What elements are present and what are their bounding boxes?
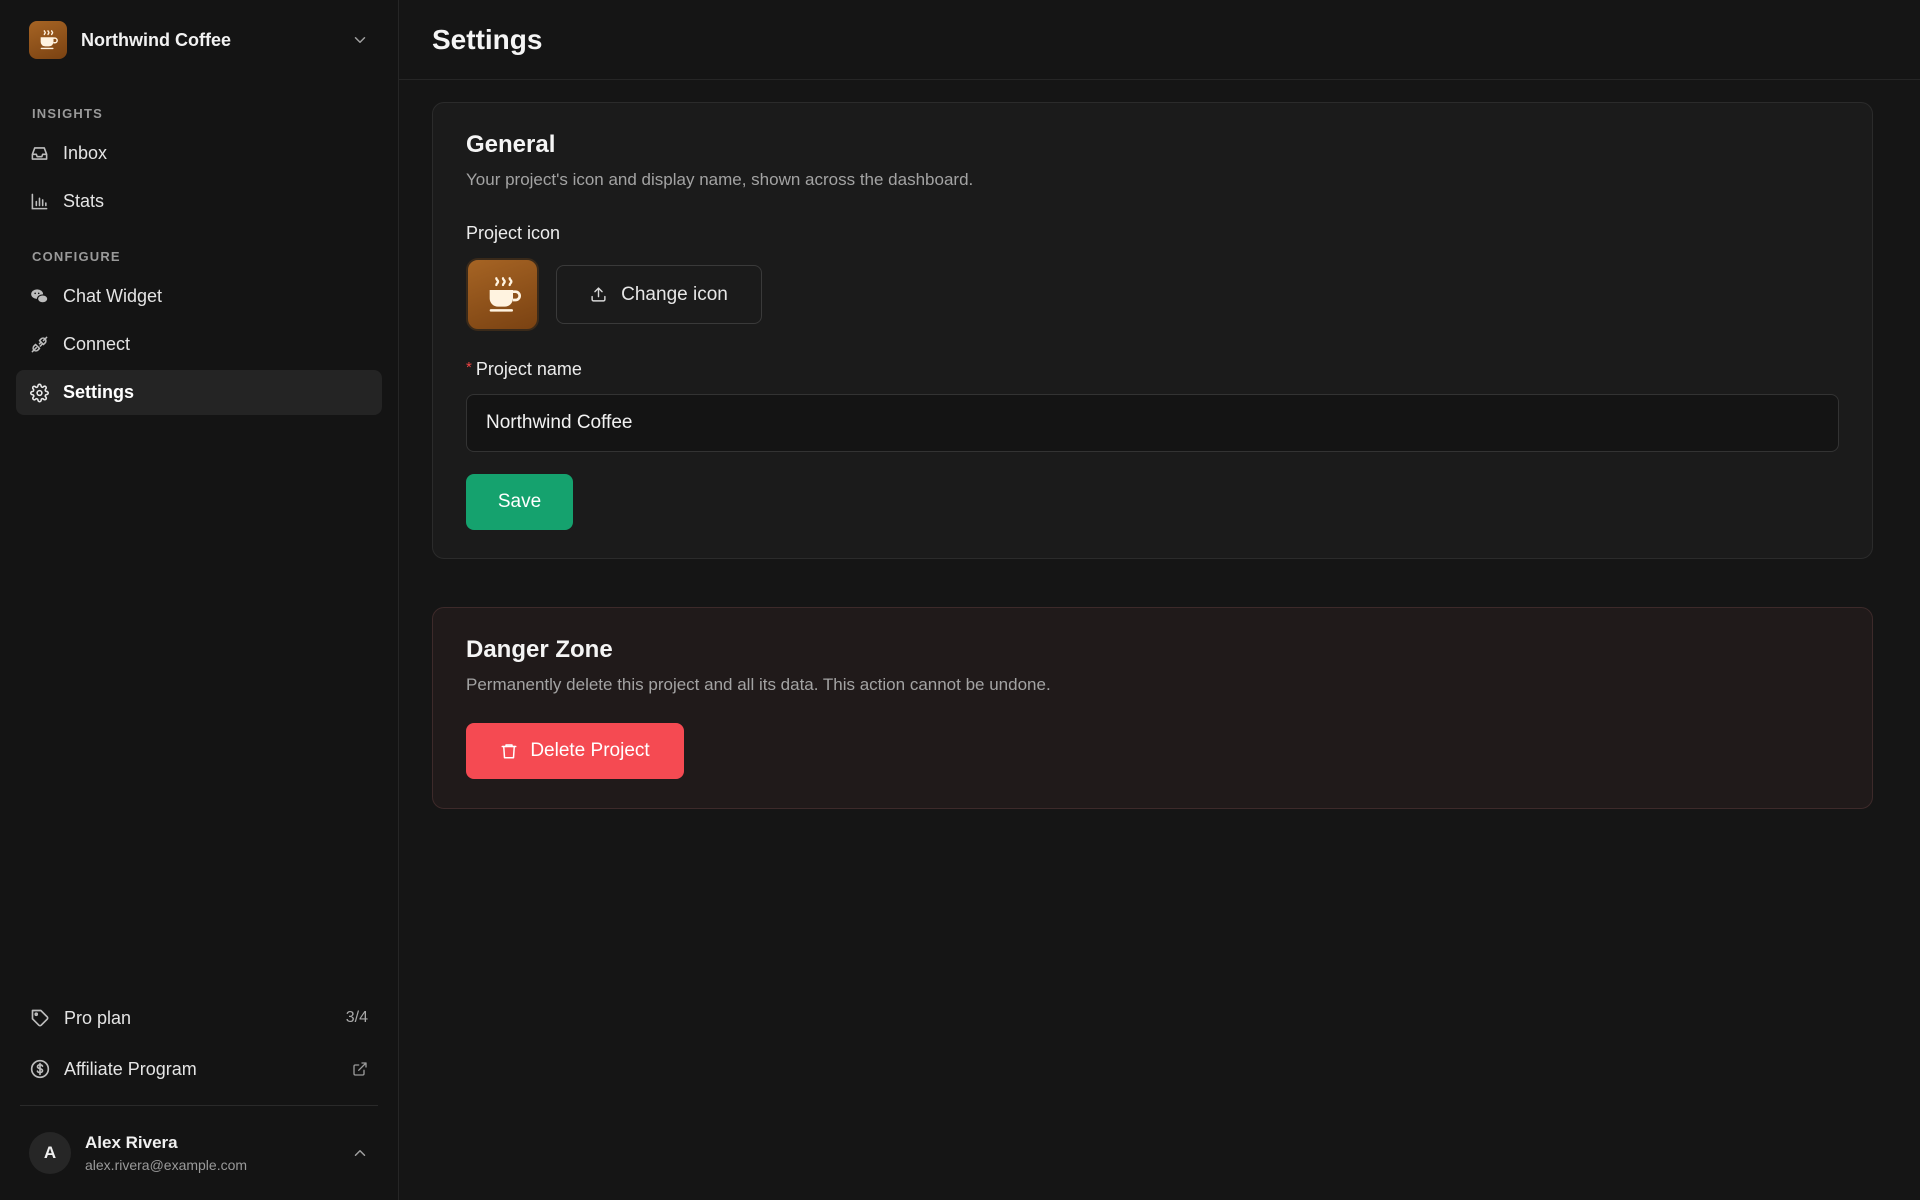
project-switcher[interactable]: Northwind Coffee <box>0 0 398 80</box>
pro-plan-label: Pro plan <box>64 1007 132 1028</box>
tag-icon <box>30 1008 50 1028</box>
sidebar-item-label: Inbox <box>63 143 108 163</box>
chevron-down-icon <box>351 31 369 49</box>
bar-chart-icon <box>30 192 49 211</box>
project-icon-row: Change icon <box>466 258 1839 331</box>
project-name-label-text: Project name <box>475 359 582 379</box>
sidebar-item-connect[interactable]: Connect <box>16 322 382 367</box>
main-content: Settings General Your project's icon and… <box>399 0 1920 1200</box>
danger-zone-card: Danger Zone Permanently delete this proj… <box>432 607 1873 809</box>
required-indicator: * <box>466 359 472 376</box>
user-info: Alex Rivera alex.rivera@example.com <box>85 1133 351 1173</box>
user-name: Alex Rivera <box>85 1133 178 1152</box>
sidebar-item-label: Stats <box>63 191 105 211</box>
sidebar-item-inbox[interactable]: Inbox <box>16 131 382 176</box>
chat-bubbles-icon <box>30 287 49 306</box>
danger-title: Danger Zone <box>466 636 613 663</box>
sidebar-item-chat-widget[interactable]: Chat Widget <box>16 274 382 319</box>
sidebar-item-settings[interactable]: Settings <box>16 370 382 415</box>
user-menu[interactable]: A Alex Rivera alex.rivera@example.com <box>0 1106 398 1200</box>
sidebar-footer: Pro plan 3/4 Affiliate Program A Alex Ri… <box>0 994 398 1200</box>
delete-project-button[interactable]: Delete Project <box>466 723 684 779</box>
project-name: Northwind Coffee <box>81 29 231 50</box>
danger-description: Permanently delete this project and all … <box>466 675 1051 694</box>
chevron-up-icon <box>351 1144 369 1162</box>
upload-icon <box>590 286 607 303</box>
plan-usage-count: 3/4 <box>345 1009 368 1026</box>
page-header: Settings <box>399 0 1920 80</box>
sidebar-item-label: Connect <box>63 334 131 354</box>
app-root: Northwind Coffee INSIGHTS Inbox Stats CO… <box>0 0 1920 1200</box>
delete-project-label: Delete Project <box>530 740 650 761</box>
general-settings-card: General Your project's icon and display … <box>432 102 1873 559</box>
general-title: General <box>466 131 556 158</box>
sidebar: Northwind Coffee INSIGHTS Inbox Stats CO… <box>0 0 399 1200</box>
project-icon-preview <box>466 258 539 331</box>
page-title: Settings <box>432 23 543 55</box>
coffee-cup-icon <box>489 276 521 312</box>
gear-icon <box>30 383 49 403</box>
sidebar-item-label: Chat Widget <box>63 286 163 306</box>
sidebar-item-label: Settings <box>63 382 135 402</box>
project-name-input[interactable] <box>466 394 1839 452</box>
change-icon-button[interactable]: Change icon <box>556 265 762 324</box>
project-icon-label: Project icon <box>466 223 561 243</box>
trash-icon <box>500 742 518 760</box>
dollar-circle-icon <box>30 1059 50 1079</box>
general-description: Your project's icon and display name, sh… <box>466 170 974 189</box>
affiliate-program-item[interactable]: Affiliate Program <box>16 1045 382 1093</box>
section-label-insights: INSIGHTS <box>32 106 103 121</box>
pro-plan-item[interactable]: Pro plan 3/4 <box>16 994 382 1042</box>
external-link-icon <box>352 1061 368 1077</box>
project-name-label: * Project name <box>466 359 1839 380</box>
avatar: A <box>29 1132 71 1174</box>
coffee-cup-icon <box>40 30 58 50</box>
user-email: alex.rivera@example.com <box>85 1157 248 1173</box>
project-avatar <box>29 21 67 59</box>
inbox-icon <box>30 144 49 163</box>
sidebar-item-stats[interactable]: Stats <box>16 179 382 224</box>
save-button[interactable]: Save <box>466 474 573 530</box>
change-icon-label: Change icon <box>621 283 728 305</box>
section-label-configure: CONFIGURE <box>32 249 121 264</box>
plug-icon <box>30 335 49 354</box>
affiliate-program-label: Affiliate Program <box>64 1058 197 1079</box>
